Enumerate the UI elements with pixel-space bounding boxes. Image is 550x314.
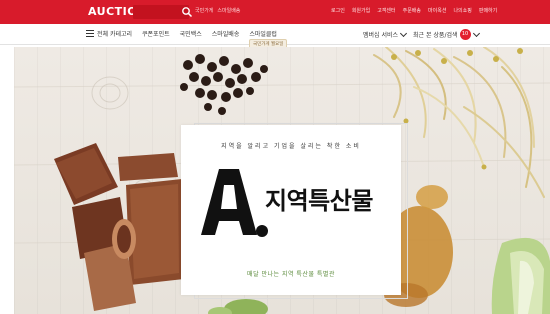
nav-item-gukmin[interactable]: 국민백스: [180, 29, 202, 38]
search-keywords: 국민가게 스마일배송: [195, 7, 240, 14]
membership-label: 멤버십 서비스: [363, 32, 399, 39]
category-nav: 전체 카테고리 쿠폰포인트 국민백스 스마일배송 스마일클럽 국민가게 월요일 …: [0, 24, 550, 49]
nav-item-coupon[interactable]: 쿠폰포인트: [142, 29, 170, 38]
chevron-down-icon: [399, 29, 408, 37]
login-link[interactable]: 로그인: [331, 7, 345, 14]
search-icon[interactable]: [181, 6, 193, 18]
recent-viewed-menu[interactable]: 최근 본 상품/검색 10: [413, 29, 480, 40]
my-shopping-link[interactable]: 나의쇼핑: [453, 7, 471, 14]
chevron-down-icon: [472, 29, 480, 37]
search-keyword[interactable]: 국민가게: [195, 7, 213, 14]
utility-links: 로그인 회원가입 고객센터 주문배송 마이옥션 나의쇼핑 판매하기: [331, 7, 497, 14]
customer-center-link[interactable]: 고객센터: [377, 7, 395, 14]
search-keyword[interactable]: 스마일배송: [217, 7, 240, 14]
nav-item-smile-delivery[interactable]: 스마일배송: [212, 29, 240, 38]
all-category-label: 전체 카테고리: [97, 31, 133, 38]
sell-link[interactable]: 판매하기: [479, 7, 497, 14]
membership-menu[interactable]: 멤버십 서비스: [363, 29, 408, 39]
my-auction-link[interactable]: 마이옥션: [428, 7, 446, 14]
all-category-button[interactable]: 전체 카테고리: [86, 29, 132, 38]
banner-subtitle[interactable]: 매달 만나는 지역 특산물 특별관: [181, 269, 401, 278]
hero-banner[interactable]: 지역을 알리고 기업을 살리는 착한 소비 지역특산물 매달 만나는 지역 특산…: [14, 47, 550, 314]
order-delivery-link[interactable]: 주문배송: [403, 7, 421, 14]
recent-count-badge: 10: [459, 29, 471, 40]
recent-label: 최근 본 상품/검색: [413, 32, 458, 39]
nav-item-smile-club[interactable]: 스마일클럽: [249, 29, 277, 38]
signup-link[interactable]: 회원가입: [352, 7, 370, 14]
banner-tagline: 지역을 알리고 기업을 살리는 착한 소비: [221, 143, 361, 150]
a-mark-logo: [201, 169, 268, 237]
hamburger-icon: [86, 30, 94, 38]
banner-title: 지역특산물: [265, 187, 373, 215]
promo-card[interactable]: 지역을 알리고 기업을 살리는 착한 소비 지역특산물 매달 만나는 지역 특산…: [181, 125, 401, 295]
top-bar: AUCTION. 국민가게 스마일배송 로그인 회원가입 고객센터 주문배송 마…: [0, 0, 550, 24]
